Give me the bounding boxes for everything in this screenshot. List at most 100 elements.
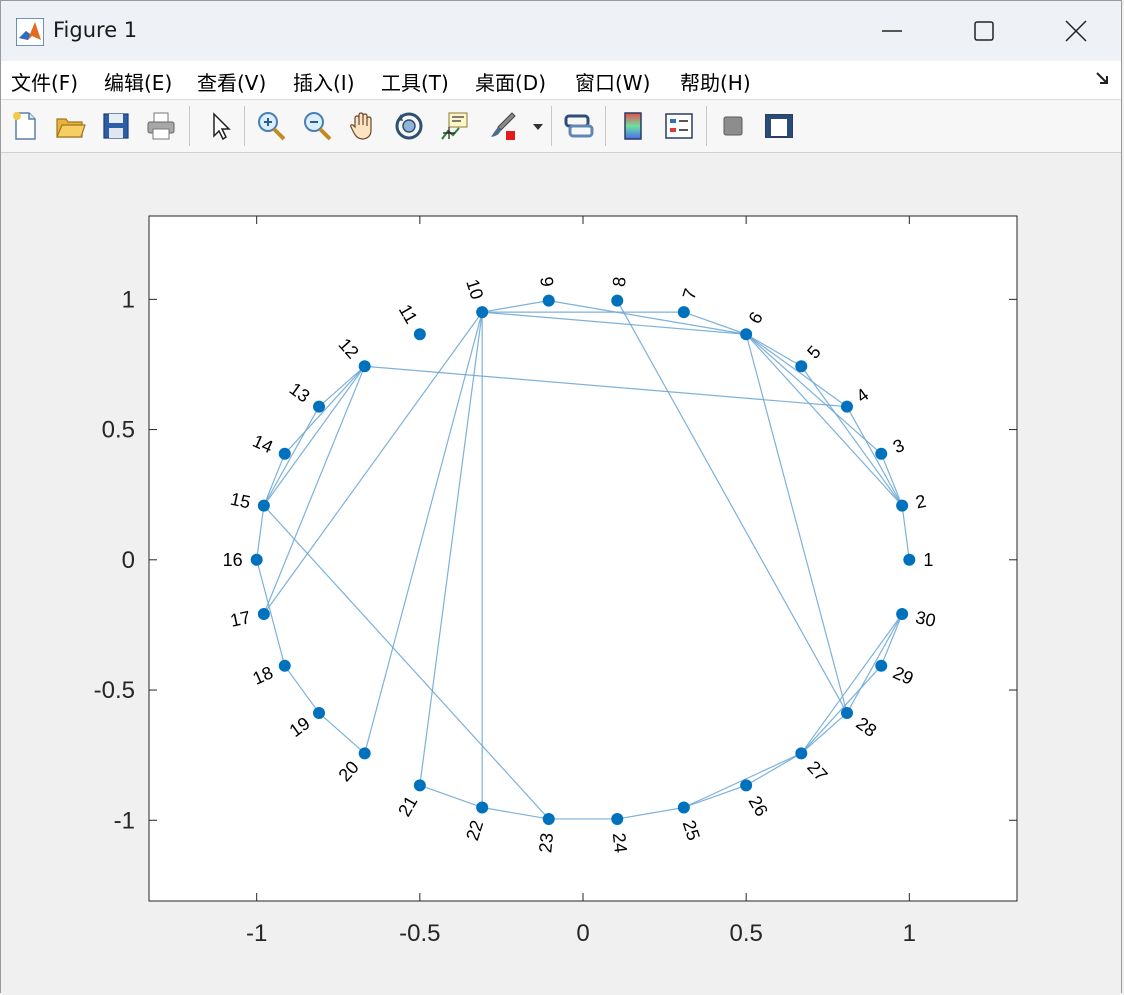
window-title: Figure 1 bbox=[53, 18, 138, 42]
graph-node[interactable] bbox=[542, 294, 555, 307]
menu-window[interactable]: 窗口(W) bbox=[575, 67, 650, 96]
graph-node[interactable] bbox=[840, 400, 853, 413]
legend-icon bbox=[665, 113, 693, 139]
save-icon bbox=[103, 113, 129, 139]
save-button[interactable] bbox=[98, 108, 134, 144]
select-arrow-icon bbox=[213, 112, 231, 141]
new-figure-button[interactable] bbox=[7, 108, 43, 144]
rotate-3d-button[interactable] bbox=[391, 108, 427, 144]
legend-button[interactable] bbox=[661, 108, 697, 144]
node-label: 16 bbox=[223, 550, 243, 570]
graph-node[interactable] bbox=[250, 553, 263, 566]
close-icon bbox=[1065, 20, 1087, 42]
y-tick-label: 0 bbox=[122, 547, 135, 574]
graph-node[interactable] bbox=[875, 447, 888, 460]
select-button[interactable] bbox=[201, 108, 237, 144]
graph-node[interactable] bbox=[896, 607, 909, 620]
open-file-icon bbox=[56, 118, 86, 138]
pan-button[interactable] bbox=[345, 108, 381, 144]
pan-hand-icon bbox=[350, 112, 372, 140]
node-label: 30 bbox=[914, 607, 938, 631]
graph-node[interactable] bbox=[840, 706, 853, 719]
x-tick-label: 0.5 bbox=[729, 920, 762, 947]
figure-window: Figure 1 文件(F) 编辑(E) 查看(V) 插入(I) 工具(T) 桌… bbox=[0, 0, 1122, 993]
print-button[interactable] bbox=[143, 108, 179, 144]
graph-node[interactable] bbox=[740, 328, 753, 341]
minimize-button[interactable] bbox=[846, 1, 938, 61]
zoom-in-button[interactable] bbox=[253, 108, 289, 144]
graph-node[interactable] bbox=[313, 706, 326, 719]
graph-node[interactable] bbox=[257, 607, 270, 620]
toolbar-separator bbox=[551, 106, 552, 146]
graph-node[interactable] bbox=[542, 812, 555, 825]
toolbar-separator bbox=[605, 106, 606, 146]
menu-help[interactable]: 帮助(H) bbox=[680, 67, 751, 96]
graph-node[interactable] bbox=[875, 659, 888, 672]
figure-canvas: -1 -0.5 0 0.5 1 1 0.5 0 -0.5 -1 1 2 3 4 5 6 7 8 9 10 11 12 13… bbox=[1, 153, 1121, 993]
y-tick-label: 1 bbox=[122, 286, 135, 313]
graph-node[interactable] bbox=[413, 779, 426, 792]
graph-node[interactable] bbox=[740, 779, 753, 792]
graph-node[interactable] bbox=[677, 801, 690, 814]
graph-node[interactable] bbox=[278, 659, 291, 672]
x-tick-label: -1 bbox=[246, 920, 267, 947]
menu-view[interactable]: 查看(V) bbox=[197, 67, 266, 96]
hide-plot-tools-button[interactable] bbox=[715, 108, 751, 144]
brush-button[interactable] bbox=[484, 108, 520, 144]
close-button[interactable] bbox=[1030, 1, 1122, 61]
menu-file[interactable]: 文件(F) bbox=[11, 67, 78, 96]
graph-node[interactable] bbox=[677, 306, 690, 319]
menu-edit[interactable]: 编辑(E) bbox=[104, 67, 172, 96]
graph-node[interactable] bbox=[611, 294, 624, 307]
menu-tools[interactable]: 工具(T) bbox=[381, 67, 449, 96]
menu-bar: 文件(F) 编辑(E) 查看(V) 插入(I) 工具(T) 桌面(D) 窗口(W… bbox=[1, 61, 1121, 100]
brush-dropdown-button[interactable] bbox=[529, 108, 545, 144]
link-plot-button[interactable] bbox=[560, 108, 596, 144]
brush-dropdown-icon bbox=[533, 124, 543, 130]
graph-node[interactable] bbox=[413, 328, 426, 341]
graph-node[interactable] bbox=[896, 499, 909, 512]
zoom-out-button[interactable] bbox=[299, 108, 335, 144]
toolbar-separator bbox=[244, 106, 245, 146]
show-plot-tools-icon bbox=[765, 114, 793, 138]
toolbar-separator bbox=[706, 106, 707, 146]
node-label: 9 bbox=[536, 276, 557, 288]
link-plot-icon bbox=[564, 114, 594, 138]
show-plot-tools-button[interactable] bbox=[761, 108, 797, 144]
hide-plot-tools-icon bbox=[723, 116, 743, 136]
matlab-logo-icon bbox=[16, 18, 44, 46]
graph-node[interactable] bbox=[611, 812, 624, 825]
colorbar-button[interactable] bbox=[615, 108, 651, 144]
graph-node[interactable] bbox=[903, 553, 916, 566]
graph-node[interactable] bbox=[358, 360, 371, 373]
graph-node[interactable] bbox=[795, 360, 808, 373]
node-label: 15 bbox=[228, 489, 252, 513]
graph-node[interactable] bbox=[476, 306, 489, 319]
menu-desktop[interactable]: 桌面(D) bbox=[475, 67, 546, 96]
y-tick-label: 0.5 bbox=[102, 417, 135, 444]
figure-toolbar bbox=[1, 100, 1121, 153]
graph-plot[interactable]: -1 -0.5 0 0.5 110.50-0.5-1 12345678910111213… bbox=[1, 153, 1121, 991]
data-cursor-button[interactable] bbox=[437, 108, 473, 144]
print-icon bbox=[147, 112, 175, 140]
x-tick-label: 0 bbox=[576, 920, 589, 947]
graph-node[interactable] bbox=[795, 747, 808, 760]
node-label: 24 bbox=[609, 832, 631, 854]
new-figure-icon bbox=[13, 112, 36, 140]
graph-node[interactable] bbox=[358, 747, 371, 760]
colorbar-icon bbox=[624, 112, 642, 140]
y-tick-label: -1 bbox=[114, 807, 135, 834]
y-tick-label: -0.5 bbox=[94, 677, 135, 704]
menu-insert[interactable]: 插入(I) bbox=[293, 67, 355, 96]
open-file-button[interactable] bbox=[52, 108, 88, 144]
maximize-icon bbox=[974, 21, 994, 41]
graph-node[interactable] bbox=[278, 447, 291, 460]
graph-node[interactable] bbox=[476, 801, 489, 814]
graph-node[interactable] bbox=[313, 400, 326, 413]
data-cursor-icon bbox=[441, 112, 468, 140]
graph-node[interactable] bbox=[257, 499, 270, 512]
title-bar[interactable]: Figure 1 bbox=[1, 1, 1121, 61]
dock-figure-icon[interactable] bbox=[1095, 71, 1111, 87]
maximize-button[interactable] bbox=[938, 1, 1030, 61]
axes-box bbox=[148, 215, 1018, 902]
